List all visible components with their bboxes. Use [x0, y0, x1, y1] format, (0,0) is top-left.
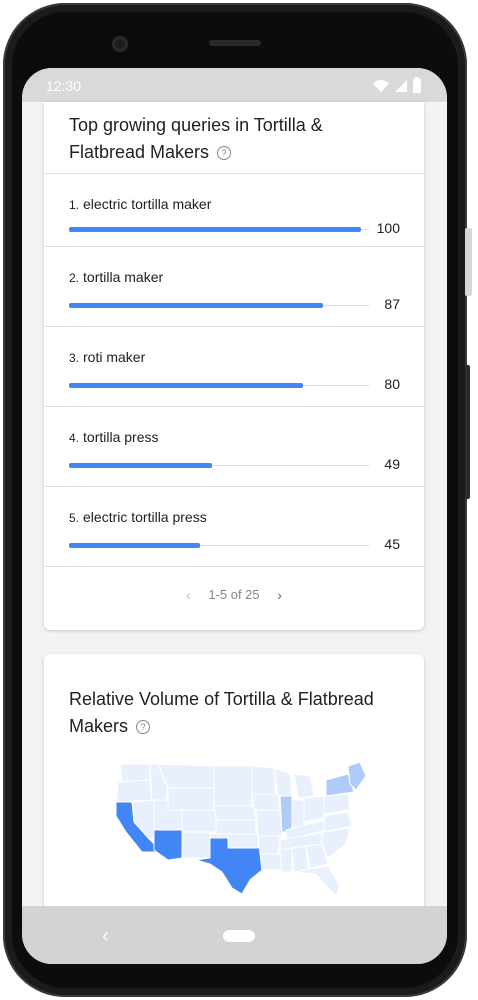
query-value: 45	[384, 536, 400, 552]
query-value: 100	[376, 220, 400, 236]
query-rank: 4.	[69, 431, 80, 445]
query-label: 3. roti maker	[69, 349, 145, 365]
status-icons	[373, 77, 421, 93]
map-region-carolinas[interactable]	[321, 827, 351, 859]
query-row[interactable]: 1. electric tortilla maker 100	[44, 174, 424, 247]
map-region-montana[interactable]	[157, 763, 215, 789]
pagination-text: 1-5 of 25	[208, 587, 260, 603]
map-region-kansas[interactable]	[215, 819, 257, 835]
query-label: 4. tortilla press	[69, 429, 158, 445]
query-row[interactable]: 2. tortilla maker 87	[44, 247, 424, 327]
map-region-pennsylvania[interactable]	[323, 793, 351, 815]
battery-icon	[413, 77, 421, 93]
map-region-washington[interactable]	[119, 763, 151, 783]
map-region-arkansas[interactable]	[257, 835, 281, 855]
map-region-iowa[interactable]	[251, 793, 281, 811]
query-label: 5. electric tortilla press	[69, 509, 207, 525]
query-text: electric tortilla maker	[83, 196, 212, 212]
map-region-new-mexico[interactable]	[181, 831, 211, 859]
map-region-wisconsin[interactable]	[273, 767, 293, 797]
top-queries-title-text: Top growing queries in Tortilla & Flatbr…	[69, 115, 323, 162]
back-icon[interactable]: ‹	[102, 925, 109, 948]
earpiece-speaker	[209, 40, 261, 46]
previous-page-icon[interactable]: ‹	[186, 587, 191, 603]
home-pill[interactable]	[223, 930, 255, 942]
top-queries-card: Top growing queries in Tortilla & Flatbr…	[44, 102, 424, 630]
map-region-oregon[interactable]	[115, 779, 153, 803]
top-queries-title: Top growing queries in Tortilla & Flatbr…	[69, 112, 389, 166]
status-bar: 12:30	[22, 68, 447, 102]
map-region-illinois[interactable]	[279, 795, 293, 833]
query-value: 80	[384, 376, 400, 392]
help-icon[interactable]: ?	[136, 720, 151, 734]
query-row[interactable]: 4. tortilla press 49	[44, 407, 424, 487]
query-value: 49	[384, 456, 400, 472]
map-region-michigan[interactable]	[293, 773, 315, 799]
query-text: tortilla press	[83, 429, 159, 445]
map-region-nebraska[interactable]	[213, 805, 257, 821]
query-text: electric tortilla press	[83, 509, 207, 525]
query-bar-fill	[69, 463, 213, 468]
help-icon[interactable]: ?	[217, 146, 232, 160]
query-label: 2. tortilla maker	[69, 269, 163, 285]
next-page-icon[interactable]: ›	[277, 587, 282, 603]
relative-volume-title-text: Relative Volume of Tortilla & Flatbread …	[69, 689, 374, 736]
query-label: 1. electric tortilla maker	[69, 196, 211, 212]
query-rank: 3.	[69, 351, 80, 365]
query-bar-track	[69, 463, 369, 468]
map-region-minnesota[interactable]	[251, 765, 277, 795]
query-rank: 5.	[69, 511, 80, 525]
relative-volume-title: Relative Volume of Tortilla & Flatbread …	[69, 686, 409, 740]
signal-icon	[395, 80, 407, 92]
pagination: ‹ 1-5 of 25 ›	[44, 586, 424, 603]
relative-volume-card: Relative Volume of Tortilla & Flatbread …	[44, 654, 424, 914]
query-value: 87	[384, 296, 400, 312]
query-bar-track	[69, 303, 369, 308]
map-region-dakotas[interactable]	[213, 765, 253, 807]
map-region-missouri[interactable]	[255, 809, 283, 837]
query-bar-track	[69, 383, 369, 388]
map-region-florida[interactable]	[293, 865, 341, 897]
query-bar-track	[69, 543, 369, 548]
us-map[interactable]	[110, 760, 366, 900]
query-text: tortilla maker	[83, 269, 164, 285]
query-rank: 2.	[69, 271, 80, 285]
map-region-mississippi[interactable]	[279, 847, 293, 873]
scroll-content[interactable]: Top growing queries in Tortilla & Flatbr…	[22, 102, 447, 914]
map-region-alabama[interactable]	[291, 845, 309, 873]
map-region-arizona[interactable]	[153, 829, 183, 861]
query-text: roti maker	[83, 349, 146, 365]
query-rank: 1.	[69, 198, 80, 212]
front-camera	[112, 36, 128, 52]
navigation-bar: ‹	[22, 906, 447, 964]
query-list: 1. electric tortilla maker 100 2. tortilla m…	[44, 173, 424, 567]
map-region-wyoming[interactable]	[167, 787, 215, 811]
query-row[interactable]: 5. electric tortilla press 45	[44, 487, 424, 567]
map-region-colorado[interactable]	[181, 809, 217, 833]
query-bar-track	[69, 227, 369, 232]
screen: 12:30 Top growing queries in Tortilla & …	[22, 68, 447, 964]
query-bar-fill	[69, 543, 201, 548]
volume-button	[465, 365, 470, 499]
query-bar-fill	[69, 303, 324, 308]
query-bar-fill	[69, 227, 361, 232]
power-button	[465, 228, 472, 296]
status-time: 12:30	[46, 78, 82, 94]
wifi-icon	[373, 80, 389, 92]
map-region-ohio[interactable]	[303, 795, 325, 823]
query-bar-fill	[69, 383, 303, 388]
query-row[interactable]: 3. roti maker 80	[44, 327, 424, 407]
